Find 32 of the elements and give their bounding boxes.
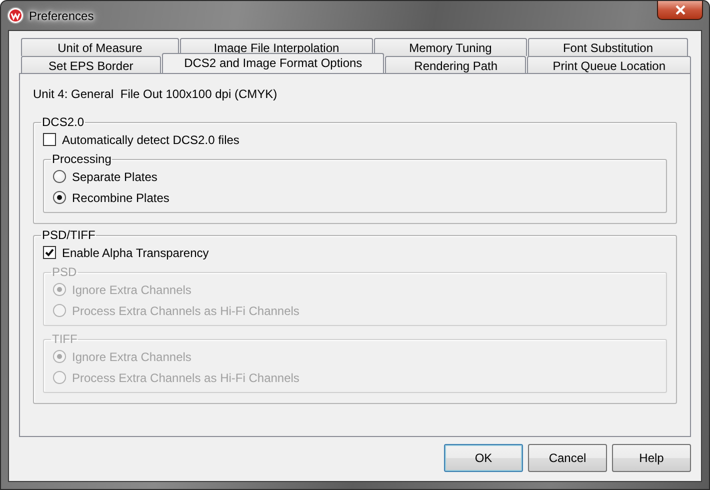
radio-label: Ignore Extra Channels [72,282,192,296]
group-title: PSD [51,265,78,279]
tab[interactable]: Font Substitution [528,38,688,56]
tab[interactable]: Unit of Measure [21,38,179,56]
window-title: Preferences [29,8,94,22]
close-button[interactable] [657,1,703,20]
dialog-button[interactable]: Help [612,444,691,472]
group-title: DCS2.0 [41,115,86,129]
group-title: TIFF [51,332,78,346]
checkbox-label: Automatically detect DCS2.0 files [62,132,240,146]
radio-label: Process Extra Channels as Hi-Fi Channels [72,370,300,384]
tab[interactable]: DCS2 and Image Format Options [162,53,384,74]
radio-label: Ignore Extra Channels [72,350,192,364]
tab[interactable]: Rendering Path [385,56,526,74]
checkbox-label: Enable Alpha Transparency [62,246,209,260]
close-icon [674,5,686,15]
tab[interactable]: Print Queue Location [527,56,692,74]
radio-button[interactable] [53,191,66,204]
dialog-button[interactable]: Cancel [528,444,607,472]
tab[interactable]: Set EPS Border [21,56,161,74]
dialog-button[interactable]: OK [444,444,523,472]
info-text: Unit 4: General File Out 100x100 dpi (CMYK) [33,87,278,103]
checkbox[interactable] [43,246,56,259]
radio-button[interactable] [53,170,66,183]
group-title: PSD/TIFF [41,228,96,242]
radio-label: Process Extra Channels as Hi-Fi Channels [72,304,300,318]
app-icon [7,7,24,24]
checkbox[interactable] [43,133,56,146]
radio-label: Recombine Plates [72,190,170,204]
radio-label: Separate Plates [72,170,158,184]
group-title: Processing [51,152,112,166]
tab[interactable]: Memory Tuning [374,38,527,56]
